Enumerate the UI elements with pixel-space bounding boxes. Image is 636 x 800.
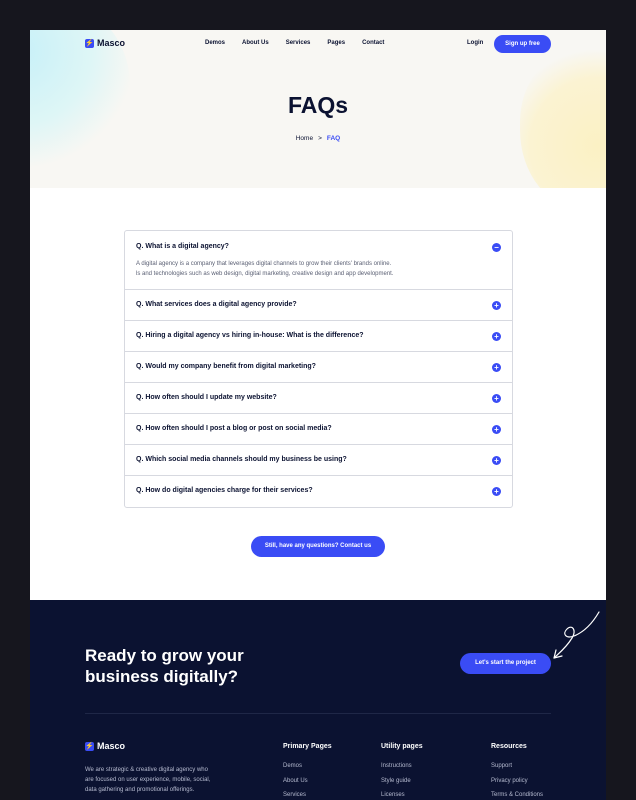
top-nav: ⚡ Masco Demos About Us Services Pages Co…: [30, 30, 606, 60]
footer-column-resources: Resources Support Privacy policy Terms &…: [491, 743, 543, 800]
footer-description-line: We are strategic & creative digital agen…: [85, 767, 208, 773]
faq-question[interactable]: Q. Hiring a digital agency vs hiring in-…: [136, 332, 364, 339]
plus-icon[interactable]: +: [492, 425, 501, 434]
footer-description: We are strategic & creative digital agen…: [85, 765, 245, 795]
footer-link[interactable]: Terms & Conditions: [491, 792, 543, 800]
breadcrumb-separator: >: [318, 135, 322, 142]
faq-item[interactable]: Q. Which social media channels should my…: [125, 444, 512, 476]
footer: Ready to grow your business digitally? L…: [30, 600, 606, 800]
footer-logo-text: Masco: [97, 741, 126, 751]
logo-text: Masco: [97, 38, 126, 48]
footer-column-primary: Primary Pages Demos About Us Services: [283, 743, 332, 800]
plus-icon[interactable]: +: [492, 363, 501, 372]
breadcrumb-home[interactable]: Home: [296, 135, 313, 142]
logo[interactable]: ⚡ Masco: [85, 38, 125, 48]
plus-icon[interactable]: +: [492, 487, 501, 496]
footer-cta-heading-line: business digitally?: [85, 667, 239, 686]
faq-answer-line: A digital agency is a company that lever…: [136, 261, 392, 267]
curly-arrow-icon: [553, 611, 600, 659]
footer-cta-heading: Ready to grow your business digitally?: [85, 645, 244, 687]
plus-icon[interactable]: +: [492, 394, 501, 403]
footer-link[interactable]: Privacy policy: [491, 778, 543, 793]
footer-divider: [85, 713, 551, 714]
footer-link[interactable]: About Us: [283, 778, 332, 793]
nav-link-demos[interactable]: Demos: [205, 40, 225, 46]
faq-question[interactable]: Q. Would my company benefit from digital…: [136, 363, 316, 370]
footer-logo[interactable]: ⚡ Masco: [85, 741, 125, 751]
signup-button[interactable]: Sign up free: [494, 35, 551, 53]
footer-description-line: data gathering and promotional offerings…: [85, 787, 195, 793]
faq-item[interactable]: Q. What services does a digital agency p…: [125, 289, 512, 321]
minus-icon[interactable]: −: [492, 243, 501, 252]
faq-question[interactable]: Q. What is a digital agency?: [136, 243, 229, 250]
faq-item[interactable]: Q. How do digital agencies charge for th…: [125, 475, 512, 507]
bolt-icon: ⚡: [85, 38, 94, 48]
footer-column-utility: Utility pages Instructions Style guide L…: [381, 743, 423, 800]
faq-accordion: Q. What is a digital agency? − A digital…: [124, 230, 513, 508]
footer-link[interactable]: Demos: [283, 763, 332, 778]
nav-link-contact[interactable]: Contact: [362, 40, 384, 46]
nav-link-services[interactable]: Services: [286, 40, 311, 46]
nav-link-about[interactable]: About Us: [242, 40, 269, 46]
faq-question[interactable]: Q. How often should I post a blog or pos…: [136, 425, 332, 432]
faq-item[interactable]: Q. What is a digital agency? − A digital…: [125, 231, 512, 289]
bolt-icon: ⚡: [85, 741, 94, 751]
plus-icon[interactable]: +: [492, 332, 501, 341]
footer-column-heading: Primary Pages: [283, 743, 332, 750]
faq-item[interactable]: Q. How often should I post a blog or pos…: [125, 413, 512, 445]
start-project-button[interactable]: Let's start the project: [460, 653, 551, 674]
faq-answer: A digital agency is a company that lever…: [136, 259, 496, 279]
footer-cta-heading-line: Ready to grow your: [85, 646, 244, 665]
footer-link[interactable]: Support: [491, 763, 543, 778]
footer-column-heading: Resources: [491, 743, 527, 750]
login-link[interactable]: Login: [467, 40, 483, 46]
contact-us-button[interactable]: Still, have any questions? Contact us: [251, 536, 385, 557]
faq-question[interactable]: Q. What services does a digital agency p…: [136, 301, 297, 308]
breadcrumb: Home > FAQ: [30, 135, 606, 142]
hero-blob-right: [520, 50, 606, 188]
faq-question[interactable]: Q. How often should I update my website?: [136, 394, 277, 401]
faq-question[interactable]: Q. How do digital agencies charge for th…: [136, 487, 313, 494]
nav-link-pages[interactable]: Pages: [327, 40, 345, 46]
hero-section: ⚡ Masco Demos About Us Services Pages Co…: [30, 30, 606, 188]
faq-answer-line: ls and technologies such as web design, …: [136, 271, 394, 277]
footer-link[interactable]: Instructions: [381, 763, 423, 778]
footer-description-line: are focused on user experience, mobile, …: [85, 777, 211, 783]
footer-link[interactable]: Style guide: [381, 778, 423, 793]
faq-question[interactable]: Q. Which social media channels should my…: [136, 456, 347, 463]
faq-item[interactable]: Q. How often should I update my website?…: [125, 382, 512, 414]
footer-column-heading: Utility pages: [381, 743, 423, 750]
breadcrumb-current: FAQ: [326, 135, 341, 142]
footer-link[interactable]: Services: [283, 792, 332, 800]
page-frame: ⚡ Masco Demos About Us Services Pages Co…: [30, 30, 606, 800]
faq-item[interactable]: Q. Would my company benefit from digital…: [125, 351, 512, 383]
footer-link[interactable]: Licenses: [381, 792, 423, 800]
faq-item[interactable]: Q. Hiring a digital agency vs hiring in-…: [125, 320, 512, 352]
plus-icon[interactable]: +: [492, 301, 501, 310]
plus-icon[interactable]: +: [492, 456, 501, 465]
nav-links: Demos About Us Services Pages Contact: [205, 40, 401, 46]
page-title: FAQs: [287, 92, 349, 118]
